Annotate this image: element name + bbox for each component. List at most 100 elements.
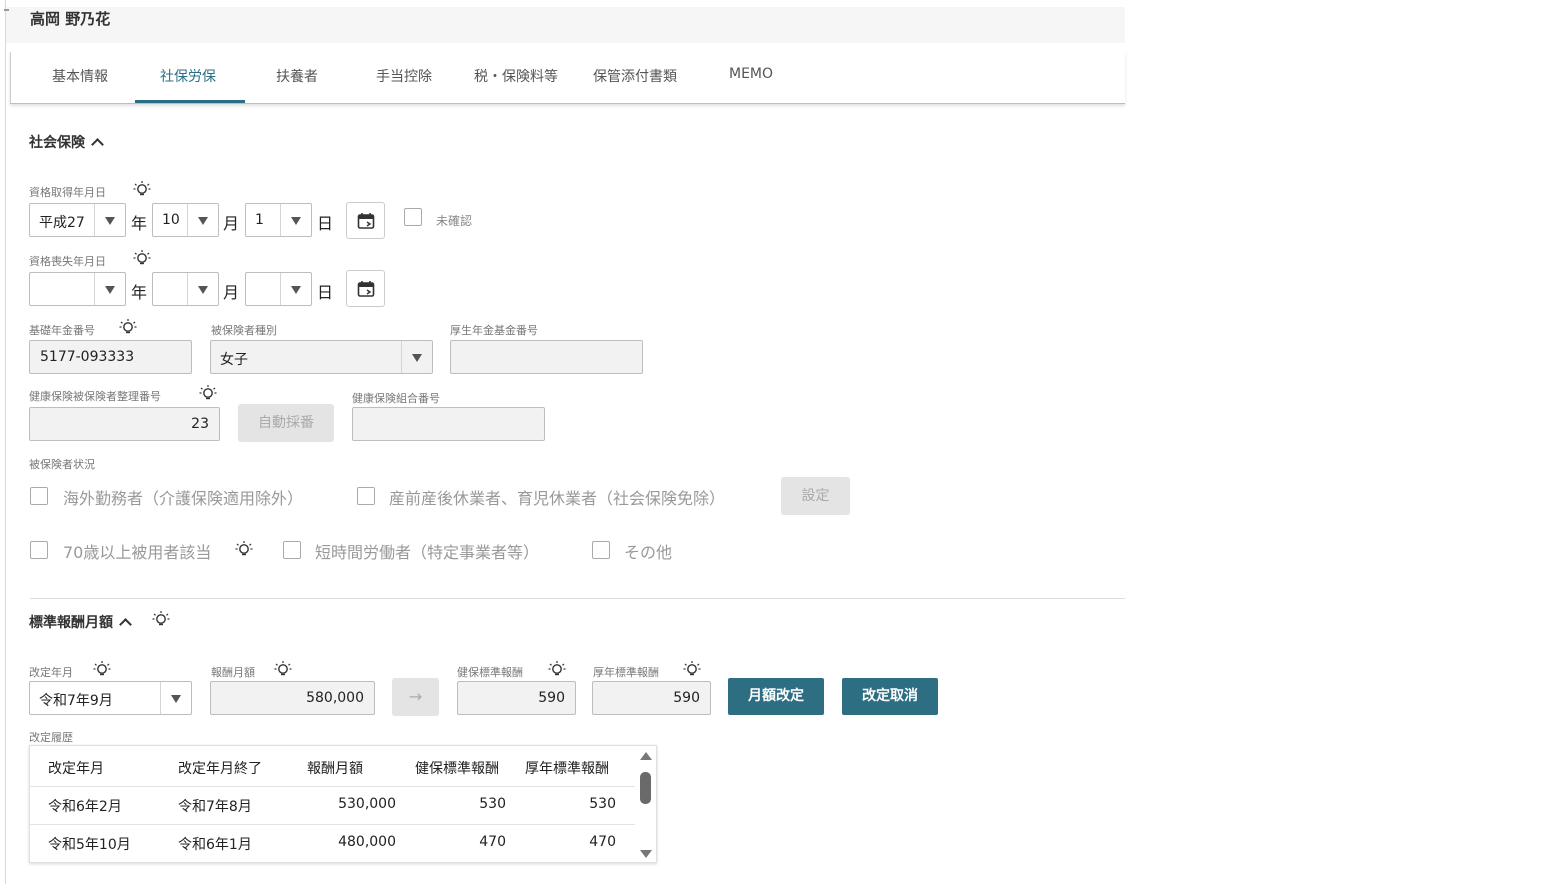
section-title: 社会保険 xyxy=(29,135,85,151)
unconfirmed-checkbox[interactable] xyxy=(404,208,422,226)
section-social-insurance[interactable]: 社会保険 xyxy=(29,132,104,152)
employee-header xyxy=(5,7,1125,43)
cell-revision-end: 令和6年1月 xyxy=(178,837,252,853)
cell-monthly: 530,000 xyxy=(338,796,396,812)
pension-std-value: 590 xyxy=(673,690,700,706)
status-settings-button[interactable]: 設定 xyxy=(781,477,850,515)
acquisition-month-value: 10 xyxy=(162,212,180,228)
column-header[interactable]: 厚年標準報酬 xyxy=(525,758,609,778)
pension-number-field[interactable]: 5177-093333 xyxy=(29,340,192,374)
left-border xyxy=(5,0,6,884)
acquisition-day-select[interactable]: 1 xyxy=(245,203,312,237)
pension-std-field[interactable]: 590 xyxy=(592,681,711,715)
tab-basic-info[interactable]: 基本情報 xyxy=(52,66,108,86)
monthly-remuneration-value: 580,000 xyxy=(306,690,364,706)
cancel-revision-button[interactable]: 改定取消 xyxy=(842,678,938,715)
lightbulb-icon[interactable] xyxy=(547,660,569,680)
lightbulb-icon[interactable] xyxy=(151,610,173,630)
over-70-checkbox[interactable] xyxy=(30,541,48,559)
lightbulb-icon[interactable] xyxy=(92,660,114,680)
lightbulb-icon[interactable] xyxy=(132,180,154,200)
chevron-up-icon xyxy=(119,618,132,631)
day-unit: 日 xyxy=(317,214,334,233)
insured-type-select[interactable]: 女子 xyxy=(210,340,433,374)
loss-calendar-button[interactable] xyxy=(346,270,385,307)
chevron-up-icon xyxy=(91,138,104,151)
insured-type-value: 女子 xyxy=(220,352,248,368)
loss-day-select[interactable] xyxy=(245,272,312,306)
column-header[interactable]: 健保標準報酬 xyxy=(415,758,499,778)
lightbulb-icon[interactable] xyxy=(132,249,154,269)
cell-revision-ym: 令和6年2月 xyxy=(48,799,122,815)
cell-pension-std: 530 xyxy=(589,796,616,812)
day-unit: 日 xyxy=(317,283,334,302)
union-number-label: 健康保険組合番号 xyxy=(352,392,440,405)
revision-history-table: 改定年月 改定年月終了 報酬月額 健保標準報酬 厚年標準報酬 令和6年2月 令和… xyxy=(29,745,657,863)
cell-health-std: 530 xyxy=(479,796,506,812)
scroll-up-icon[interactable] xyxy=(640,752,652,760)
tab-tax-premiums[interactable]: 税・保険料等 xyxy=(474,66,558,86)
maternity-leave-checkbox[interactable] xyxy=(357,487,375,505)
monthly-remuneration-field[interactable]: 580,000 xyxy=(210,681,375,715)
active-tab-indicator xyxy=(135,100,245,103)
acquisition-era-select[interactable]: 平成27 xyxy=(29,203,126,237)
dropdown-arrow-icon xyxy=(401,341,432,373)
header-marker xyxy=(4,9,9,11)
cell-monthly: 480,000 xyxy=(338,834,396,850)
unconfirmed-label: 未確認 xyxy=(436,214,473,228)
welfare-fund-label: 厚生年金基金番号 xyxy=(450,324,538,337)
column-header[interactable]: 改定年月終了 xyxy=(178,758,262,778)
maternity-leave-label: 産前産後休業者、育児休業者（社会保険免除） xyxy=(389,489,726,508)
revision-ym-select[interactable]: 令和7年9月 xyxy=(29,681,192,715)
auto-number-button[interactable]: 自動採番 xyxy=(238,404,334,442)
acquisition-month-select[interactable]: 10 xyxy=(152,203,219,237)
acquisition-calendar-button[interactable] xyxy=(346,202,385,239)
lightbulb-icon[interactable] xyxy=(682,660,704,680)
loss-era-select[interactable] xyxy=(29,272,126,306)
tab-allowances-deductions[interactable]: 手当控除 xyxy=(376,66,432,86)
tab-social-labor-insurance[interactable]: 社保労保 xyxy=(160,66,216,86)
tab-attached-documents[interactable]: 保管添付書類 xyxy=(593,66,677,86)
acquisition-date-label: 資格取得年月日 xyxy=(29,186,106,199)
monthly-remuneration-label: 報酬月額 xyxy=(211,666,255,679)
other-checkbox[interactable] xyxy=(592,541,610,559)
section-standard-remuneration[interactable]: 標準報酬月額 xyxy=(29,612,132,632)
lightbulb-icon[interactable] xyxy=(118,318,140,338)
lightbulb-icon[interactable] xyxy=(234,540,256,560)
year-unit: 年 xyxy=(131,214,148,233)
cell-health-std: 470 xyxy=(479,834,506,850)
health-std-label: 健保標準報酬 xyxy=(457,666,523,679)
pension-std-label: 厚年標準報酬 xyxy=(593,666,659,679)
dropdown-arrow-icon xyxy=(280,204,311,236)
overseas-worker-checkbox[interactable] xyxy=(30,487,48,505)
employee-name: 高岡 野乃花 xyxy=(30,10,111,28)
overseas-worker-label: 海外勤務者（介護保険適用除外） xyxy=(63,489,304,508)
short-time-worker-checkbox[interactable] xyxy=(283,541,301,559)
month-unit: 月 xyxy=(223,214,240,233)
tab-memo[interactable]: MEMO xyxy=(729,66,773,82)
row-divider xyxy=(30,786,635,787)
pension-number-value: 5177-093333 xyxy=(40,349,135,365)
acquisition-era-value: 平成27 xyxy=(39,215,85,231)
welfare-fund-field[interactable] xyxy=(450,340,643,374)
revision-history-label: 改定履歴 xyxy=(29,731,73,744)
pension-number-label: 基礎年金番号 xyxy=(29,324,95,337)
union-number-field[interactable] xyxy=(352,407,545,441)
column-header[interactable]: 改定年月 xyxy=(48,758,104,778)
lightbulb-icon[interactable] xyxy=(273,660,295,680)
scrollbar-thumb[interactable] xyxy=(640,772,651,804)
lightbulb-icon[interactable] xyxy=(198,384,220,404)
health-insured-number-field[interactable]: 23 xyxy=(29,407,220,441)
health-insured-number-value: 23 xyxy=(191,416,209,432)
loss-date-label: 資格喪失年月日 xyxy=(29,255,106,268)
loss-month-select[interactable] xyxy=(152,272,219,306)
column-header[interactable]: 報酬月額 xyxy=(307,758,363,778)
scroll-down-icon[interactable] xyxy=(640,850,652,858)
tab-dependents[interactable]: 扶養者 xyxy=(276,66,318,86)
apply-arrow-button[interactable]: → xyxy=(392,678,439,716)
health-std-field[interactable]: 590 xyxy=(457,681,576,715)
section-divider xyxy=(30,598,1125,599)
monthly-revise-button[interactable]: 月額改定 xyxy=(728,678,824,715)
revision-ym-value: 令和7年9月 xyxy=(39,693,113,709)
dropdown-arrow-icon xyxy=(94,204,125,236)
